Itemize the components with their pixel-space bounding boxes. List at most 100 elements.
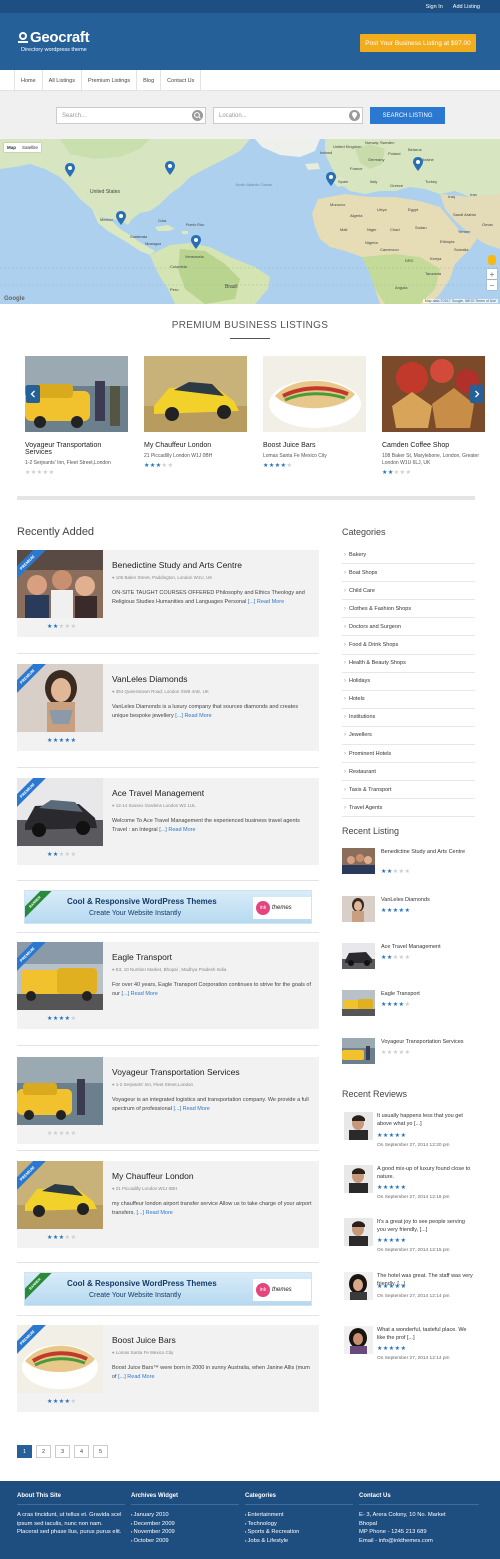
review-item[interactable]: It usually happens less that you get abo… [342,1112,475,1152]
carousel-prev-button[interactable] [26,385,40,403]
category-item[interactable]: Jewellers [342,727,475,746]
listing-item[interactable]: PREMIUM ★ ★ ★ ★ ★ Ace Travel Management ⌖ 12… [17,778,319,865]
review-text[interactable]: It usually happens less that you get abo… [377,1112,474,1128]
category-item[interactable]: Health & Beauty Shops [342,655,475,673]
search-input[interactable]: Search... [56,107,206,124]
nav-blog[interactable]: Blog [137,70,162,91]
ad-banner[interactable]: BANNER Cool & Responsive WordPress Theme… [24,1272,312,1306]
zoom-out-icon[interactable]: − [487,280,497,290]
recent-listing-thumb[interactable] [342,943,375,969]
premium-card[interactable]: Voyageur Transportation Services 1-2 Ser… [25,356,128,476]
ad-banner[interactable]: BANNER Cool & Responsive WordPress Theme… [24,890,312,924]
map-marker-icon[interactable] [326,172,336,186]
listing-item[interactable]: PREMIUM ★ ★ ★ ★ ★ VanLeles Diamonds ⌖ 354 Qu… [17,664,319,751]
footer-category-link[interactable]: Jobs & Lifestyle [245,1537,353,1546]
page-4[interactable]: 4 [74,1445,89,1458]
read-more-link[interactable]: [...] Read More [173,1106,209,1112]
listing-title[interactable]: My Chauffeur London [112,1171,194,1181]
listing-title[interactable]: Eagle Transport [112,952,172,962]
category-item[interactable]: Child Care [342,582,475,601]
map-marker-icon[interactable] [191,235,201,249]
card-image-wrap[interactable] [263,356,366,432]
recent-listing-thumb[interactable] [342,896,375,922]
read-more-link[interactable]: [...] Read More [248,599,284,605]
premium-card[interactable]: My Chauffeur London 21 Piccadilly London… [144,356,247,469]
card-name[interactable]: Camden Coffee Shop [382,442,485,449]
recent-listing-item[interactable]: Voyageur Transportation Services ★ ★ ★ ★ ★ [342,1038,475,1078]
category-item[interactable]: Institutions [342,709,475,727]
listing-item[interactable]: PREMIUM ★ ★ ★ ★ ★ Eagle Transport ⌖ E3, 10 N… [17,942,319,1029]
map-type-map[interactable]: Map [4,143,19,152]
listing-item[interactable]: PREMIUM ★ ★ ★ ★ ★ Benedictine Study and Arts… [17,550,319,637]
location-input[interactable]: Location... [213,107,363,124]
map-marker-icon[interactable] [413,157,423,171]
archive-link[interactable]: October 2009 [131,1537,239,1546]
recent-listing-item[interactable]: Eagle Transport ★ ★ ★ ★ ★ [342,990,475,1030]
contact-line[interactable]: Email - info@inkthemes.com [359,1537,479,1546]
review-item[interactable]: What a wonderful, tasteful place. We lik… [342,1326,475,1366]
category-item[interactable]: Travel Agents [342,799,475,818]
listing-title[interactable]: Ace Travel Management [112,788,204,798]
page-2[interactable]: 2 [36,1445,51,1458]
read-more-link[interactable]: [...] Read More [136,1210,172,1216]
category-item[interactable]: Prominent Hotels [342,745,475,764]
recent-listing-name[interactable]: Benedictine Study and Arts Centre [381,848,473,856]
recent-listing-thumb[interactable] [342,1038,375,1064]
recent-listing-item[interactable]: VanLeles Diamonds ★ ★ ★ ★ ★ [342,896,475,936]
listing-item[interactable]: PREMIUM ★ ★ ★ ★ ★ Boost Juice Bars ⌖ Lomas S… [17,1325,319,1412]
map-marker-icon[interactable] [165,161,175,175]
nav-premium-listings[interactable]: Premium Listings [82,70,138,91]
map-type-satellite[interactable]: Satellite [19,143,41,152]
review-text[interactable]: It's a great joy to see people serving y… [377,1218,474,1234]
category-item[interactable]: Food & Drink Shops [342,636,475,655]
card-name[interactable]: Boost Juice Bars [263,442,366,449]
nav-all-listings[interactable]: All Listings [43,70,82,91]
listing-image[interactable]: PREMIUM [17,550,103,618]
card-name[interactable]: My Chauffeur London [144,442,247,449]
map-marker-icon[interactable] [116,211,126,225]
zoom-in-icon[interactable]: + [487,269,497,279]
recent-listing-name[interactable]: Ace Travel Management [381,943,473,951]
category-item[interactable]: Taxis & Transport [342,781,475,800]
card-image-car[interactable] [144,356,247,432]
archive-link[interactable]: November 2009 [131,1528,239,1537]
recent-listing-name[interactable]: Voyageur Transportation Services [381,1038,473,1046]
premium-card[interactable]: Camden Coffee Shop 108 Baker St, Maryleb… [382,356,485,476]
listing-item[interactable]: ★ ★ ★ ★ ★ Voyageur Transportation Services ⌖… [17,1057,319,1144]
archive-link[interactable]: December 2009 [131,1520,239,1529]
recent-listing-item[interactable]: Ace Travel Management ★ ★ ★ ★ ★ [342,943,475,983]
location-pin-icon[interactable] [349,110,360,121]
review-item[interactable]: A good mix-up of luxury found close to n… [342,1165,475,1205]
read-more-link[interactable]: [...] Read More [121,991,157,997]
category-item[interactable]: Restaurant [342,763,475,782]
listing-title[interactable]: Voyageur Transportation Services [112,1067,240,1077]
card-name[interactable]: Voyageur Transportation Services [25,442,128,456]
add-listing-link[interactable]: Add Listing [453,4,480,10]
listings-map[interactable]: North Atlantic Ocean Morocco Algeria Lib… [0,139,500,304]
listing-image[interactable]: PREMIUM [17,1161,103,1229]
listing-item[interactable]: PREMIUM ★ ★ ★ ★ ★ My Chauffeur London ⌖ 21 P… [17,1161,319,1248]
listing-title[interactable]: Benedictine Study and Arts Centre [112,560,242,570]
search-icon[interactable] [192,110,203,121]
read-more-link[interactable]: [...] Read More [175,713,211,719]
carousel-next-button[interactable] [470,385,484,403]
review-text[interactable]: A good mix-up of luxury found close to n… [377,1165,474,1181]
footer-category-link[interactable]: Sports & Recreation [245,1528,353,1537]
category-item[interactable]: Doctors and Surgeon [342,618,475,637]
post-listing-button[interactable]: Post Your Business Listing at $97.00 [360,34,476,52]
archive-link[interactable]: January 2010 [131,1511,239,1520]
map-marker-icon[interactable] [65,163,75,177]
street-view-pegman-icon[interactable] [488,255,496,265]
category-item[interactable]: Bakery [342,546,475,565]
listing-image[interactable]: PREMIUM [17,664,103,732]
page-5[interactable]: 5 [93,1445,108,1458]
listing-title[interactable]: Boost Juice Bars [112,1335,176,1345]
site-logo[interactable]: Geocraft Directory wordpress theme [18,29,90,53]
premium-card[interactable]: Boost Juice Bars Lomas Santa Fe Mexico C… [263,356,366,469]
review-item[interactable]: The hotel was great. The staff was very … [342,1272,475,1312]
recent-listing-item[interactable]: Benedictine Study and Arts Centre ★ ★ ★ ★ ★ [342,848,475,888]
category-item[interactable]: Boat Shops [342,564,475,583]
read-more-link[interactable]: [...] Read More [118,1374,154,1380]
card-image-taxi[interactable] [25,356,128,432]
footer-category-link[interactable]: Technology [245,1520,353,1529]
